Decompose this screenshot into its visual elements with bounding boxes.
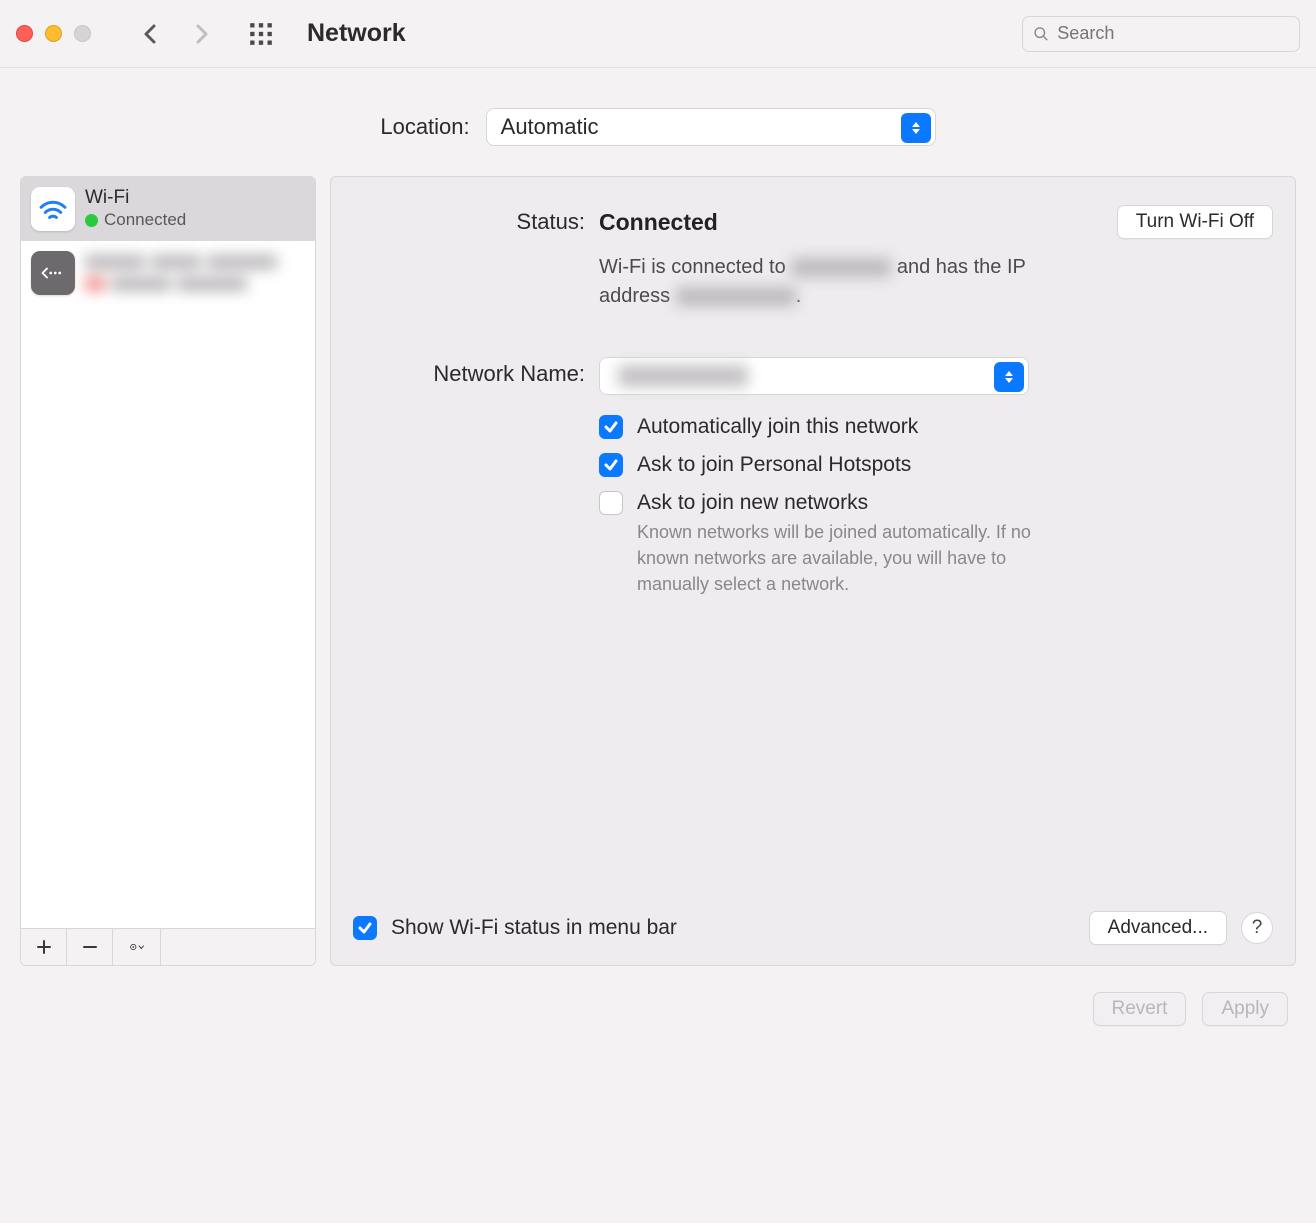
chevron-right-icon — [189, 22, 213, 46]
location-value: Automatic — [501, 114, 599, 140]
select-arrows-icon — [994, 362, 1024, 392]
ask-new-label: Ask to join new networks — [637, 491, 868, 515]
add-interface-button[interactable] — [21, 929, 67, 965]
wifi-icon — [31, 187, 75, 231]
details-panel: Status: Connected Turn Wi-Fi Off Wi-Fi i… — [330, 176, 1296, 966]
check-icon — [603, 457, 619, 473]
status-dot-icon — [85, 214, 98, 227]
remove-interface-button[interactable] — [67, 929, 113, 965]
apply-button[interactable]: Apply — [1202, 992, 1288, 1026]
minus-icon — [82, 939, 98, 955]
forward-button — [181, 14, 221, 54]
toggle-wifi-button[interactable]: Turn Wi-Fi Off — [1117, 205, 1273, 239]
grid-icon — [248, 21, 274, 47]
revert-button[interactable]: Revert — [1093, 992, 1187, 1026]
gear-menu-icon — [129, 939, 145, 955]
interface-status: Connected — [85, 210, 186, 230]
ask-new-row: Ask to join new networks — [599, 491, 1273, 515]
network-name-label: Network Name: — [353, 357, 585, 387]
show-menu-row: Show Wi-Fi status in menu bar — [353, 916, 677, 940]
sidebar-item-other[interactable] — [21, 241, 315, 305]
status-value: Connected — [599, 209, 718, 236]
interface-list: Wi-Fi Connected — [21, 177, 315, 928]
back-button[interactable] — [131, 14, 171, 54]
ask-hotspot-row: Ask to join Personal Hotspots — [599, 453, 1273, 477]
redacted-interface — [85, 255, 277, 291]
window-controls — [16, 25, 91, 42]
network-name-select[interactable] — [599, 357, 1029, 395]
chevron-left-icon — [139, 22, 163, 46]
search-icon — [1033, 25, 1049, 43]
status-label: Status: — [353, 205, 585, 235]
auto-join-checkbox[interactable] — [599, 415, 623, 439]
panel-footer: Show Wi-Fi status in menu bar Advanced..… — [353, 911, 1273, 945]
main-area: Wi-Fi Connected — [0, 176, 1316, 966]
status-description: Wi-Fi is connected to xxxx and has the I… — [599, 253, 1039, 311]
sidebar-item-wifi[interactable]: Wi-Fi Connected — [21, 177, 315, 241]
network-adapter-icon — [31, 251, 75, 295]
redacted-ip: xxxx — [676, 287, 796, 306]
redacted-ssid: xxxx — [791, 258, 891, 277]
sidebar-footer — [21, 928, 315, 965]
window-title: Network — [307, 19, 406, 48]
auto-join-label: Automatically join this network — [637, 415, 918, 439]
location-label: Location: — [380, 114, 469, 140]
advanced-button[interactable]: Advanced... — [1089, 911, 1227, 945]
plus-icon — [36, 939, 52, 955]
minimize-window-button[interactable] — [45, 25, 62, 42]
check-icon — [357, 920, 373, 936]
ask-new-help: Known networks will be joined automatica… — [637, 519, 1067, 597]
toolbar: Network — [0, 0, 1316, 68]
search-field[interactable] — [1022, 16, 1300, 52]
bottom-bar: Revert Apply — [0, 966, 1316, 1026]
interface-name: Wi-Fi — [85, 187, 186, 210]
help-button[interactable]: ? — [1241, 912, 1273, 944]
select-arrows-icon — [901, 113, 931, 143]
location-select[interactable]: Automatic — [486, 108, 936, 146]
ask-new-checkbox[interactable] — [599, 491, 623, 515]
auto-join-row: Automatically join this network — [599, 415, 1273, 439]
location-row: Location: Automatic — [0, 68, 1316, 176]
ask-hotspot-checkbox[interactable] — [599, 453, 623, 477]
zoom-window-button — [74, 25, 91, 42]
redacted-network-name — [618, 365, 748, 387]
check-icon — [603, 419, 619, 435]
search-input[interactable] — [1057, 23, 1289, 44]
interface-action-menu[interactable] — [113, 929, 161, 965]
show-menu-checkbox[interactable] — [353, 916, 377, 940]
show-all-button[interactable] — [241, 14, 281, 54]
interface-sidebar: Wi-Fi Connected — [20, 176, 316, 966]
close-window-button[interactable] — [16, 25, 33, 42]
ask-hotspot-label: Ask to join Personal Hotspots — [637, 453, 911, 477]
show-menu-label: Show Wi-Fi status in menu bar — [391, 916, 677, 940]
